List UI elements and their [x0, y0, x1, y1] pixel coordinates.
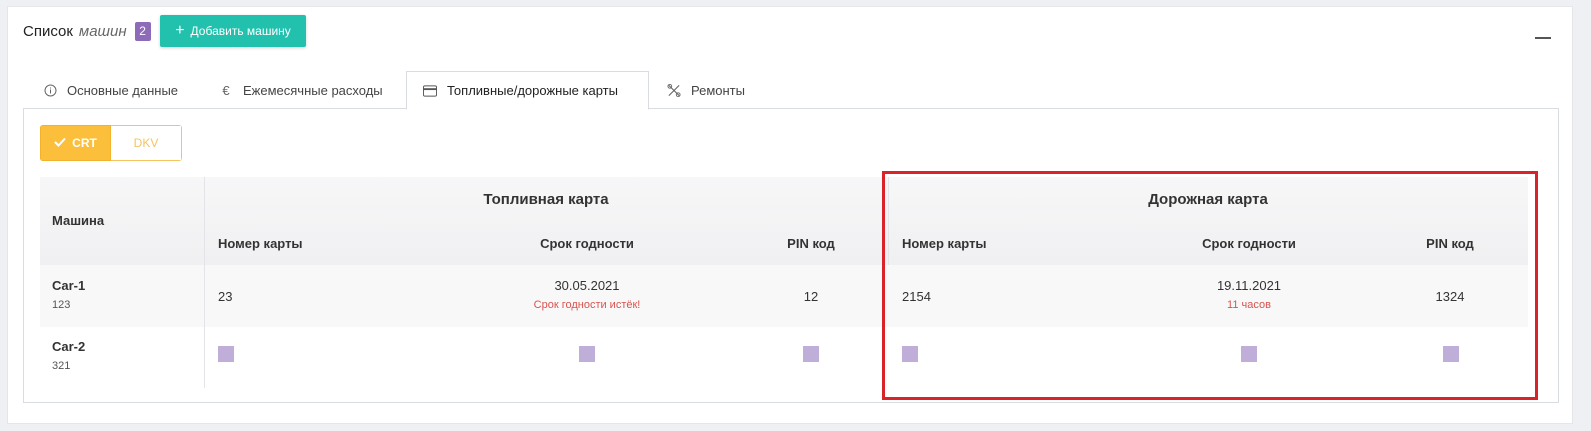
road-expiry-header: Срок годности	[1202, 236, 1296, 251]
fuel-expiry-warning: Срок годности истёк!	[533, 299, 641, 311]
fuel-card-header: Топливная карта	[483, 191, 609, 208]
tab-bar: Основные данные € Ежемесячные расходы То…	[23, 71, 1557, 110]
toggle-crt[interactable]: CRT	[40, 125, 111, 161]
count-badge: 2	[134, 21, 151, 41]
road-card-number: 2154	[902, 289, 931, 304]
tab-repairs[interactable]: Ремонты	[651, 71, 761, 109]
tab-label: Основные данные	[67, 82, 179, 98]
title-text: Список	[23, 22, 73, 40]
fuel-expiry-date: 30.05.2021	[554, 278, 620, 293]
toggle-crt-label: CRT	[72, 136, 97, 150]
road-card-number-header: Номер карты	[902, 236, 987, 251]
panel-title: Список машин 2	[23, 21, 151, 41]
tab-content: CRT DKV Машина Топливная карта Дорожная …	[23, 108, 1559, 403]
toggle-dkv-label: DKV	[133, 136, 159, 150]
tab-fuel-road-cards[interactable]: Топливные/дорожные карты	[406, 71, 649, 110]
machine-plate: 123	[52, 299, 71, 311]
road-pin: 1324	[1435, 289, 1465, 304]
check-icon	[54, 136, 66, 150]
fuel-card-number-placeholder[interactable]	[218, 346, 234, 362]
fuel-pin: 12	[803, 289, 819, 304]
road-expiry-placeholder[interactable]	[1241, 346, 1257, 362]
fuel-card-number-header: Номер карты	[218, 236, 303, 251]
fuel-expiry-header: Срок годности	[540, 236, 634, 251]
machine-name: Car-1	[52, 278, 86, 293]
credit-card-icon	[423, 84, 437, 98]
cards-table: Машина Топливная карта Дорожная карта Но…	[40, 177, 1528, 390]
road-pin-placeholder[interactable]	[1443, 346, 1459, 362]
euro-icon: €	[222, 82, 230, 98]
road-card-header: Дорожная карта	[1148, 191, 1268, 208]
road-card-number-placeholder[interactable]	[902, 346, 918, 362]
column-divider	[204, 177, 205, 388]
fuel-card-number: 23	[218, 289, 233, 304]
fuel-expiry-placeholder[interactable]	[579, 346, 595, 362]
toggle-dkv[interactable]: DKV	[111, 125, 182, 161]
machine-name: Car-2	[52, 339, 86, 354]
panel-header: Список машин 2 + Добавить машину	[8, 7, 1572, 67]
road-expiry-date: 19.11.2021	[1216, 278, 1282, 293]
tab-label: Ежемесячные расходы	[243, 82, 383, 98]
cars-panel: Список машин 2 + Добавить машину Основны…	[7, 6, 1573, 424]
fuel-pin-header: PIN код	[787, 236, 835, 251]
fuel-pin-placeholder[interactable]	[803, 346, 819, 362]
tab-label: Ремонты	[691, 82, 745, 98]
card-provider-toggle: CRT DKV	[40, 125, 182, 161]
road-expiry-warning: 11 часов	[1227, 299, 1271, 311]
title-subtitle: машин	[78, 22, 127, 40]
minimize-icon[interactable]	[1535, 37, 1551, 39]
info-icon	[43, 83, 57, 97]
road-pin-header: PIN код	[1426, 236, 1474, 251]
table-row	[40, 327, 1528, 389]
plus-icon: +	[175, 22, 185, 39]
tab-monthly-expenses[interactable]: € Ежемесячные расходы	[203, 71, 399, 109]
machine-plate: 321	[52, 360, 71, 372]
add-car-label: Добавить машину	[190, 24, 291, 38]
tab-label: Топливные/дорожные карты	[447, 83, 618, 98]
tab-main-data[interactable]: Основные данные	[27, 71, 194, 109]
machine-header: Машина	[52, 213, 105, 228]
add-car-button[interactable]: + Добавить машину	[160, 15, 306, 47]
tools-icon	[667, 83, 681, 97]
